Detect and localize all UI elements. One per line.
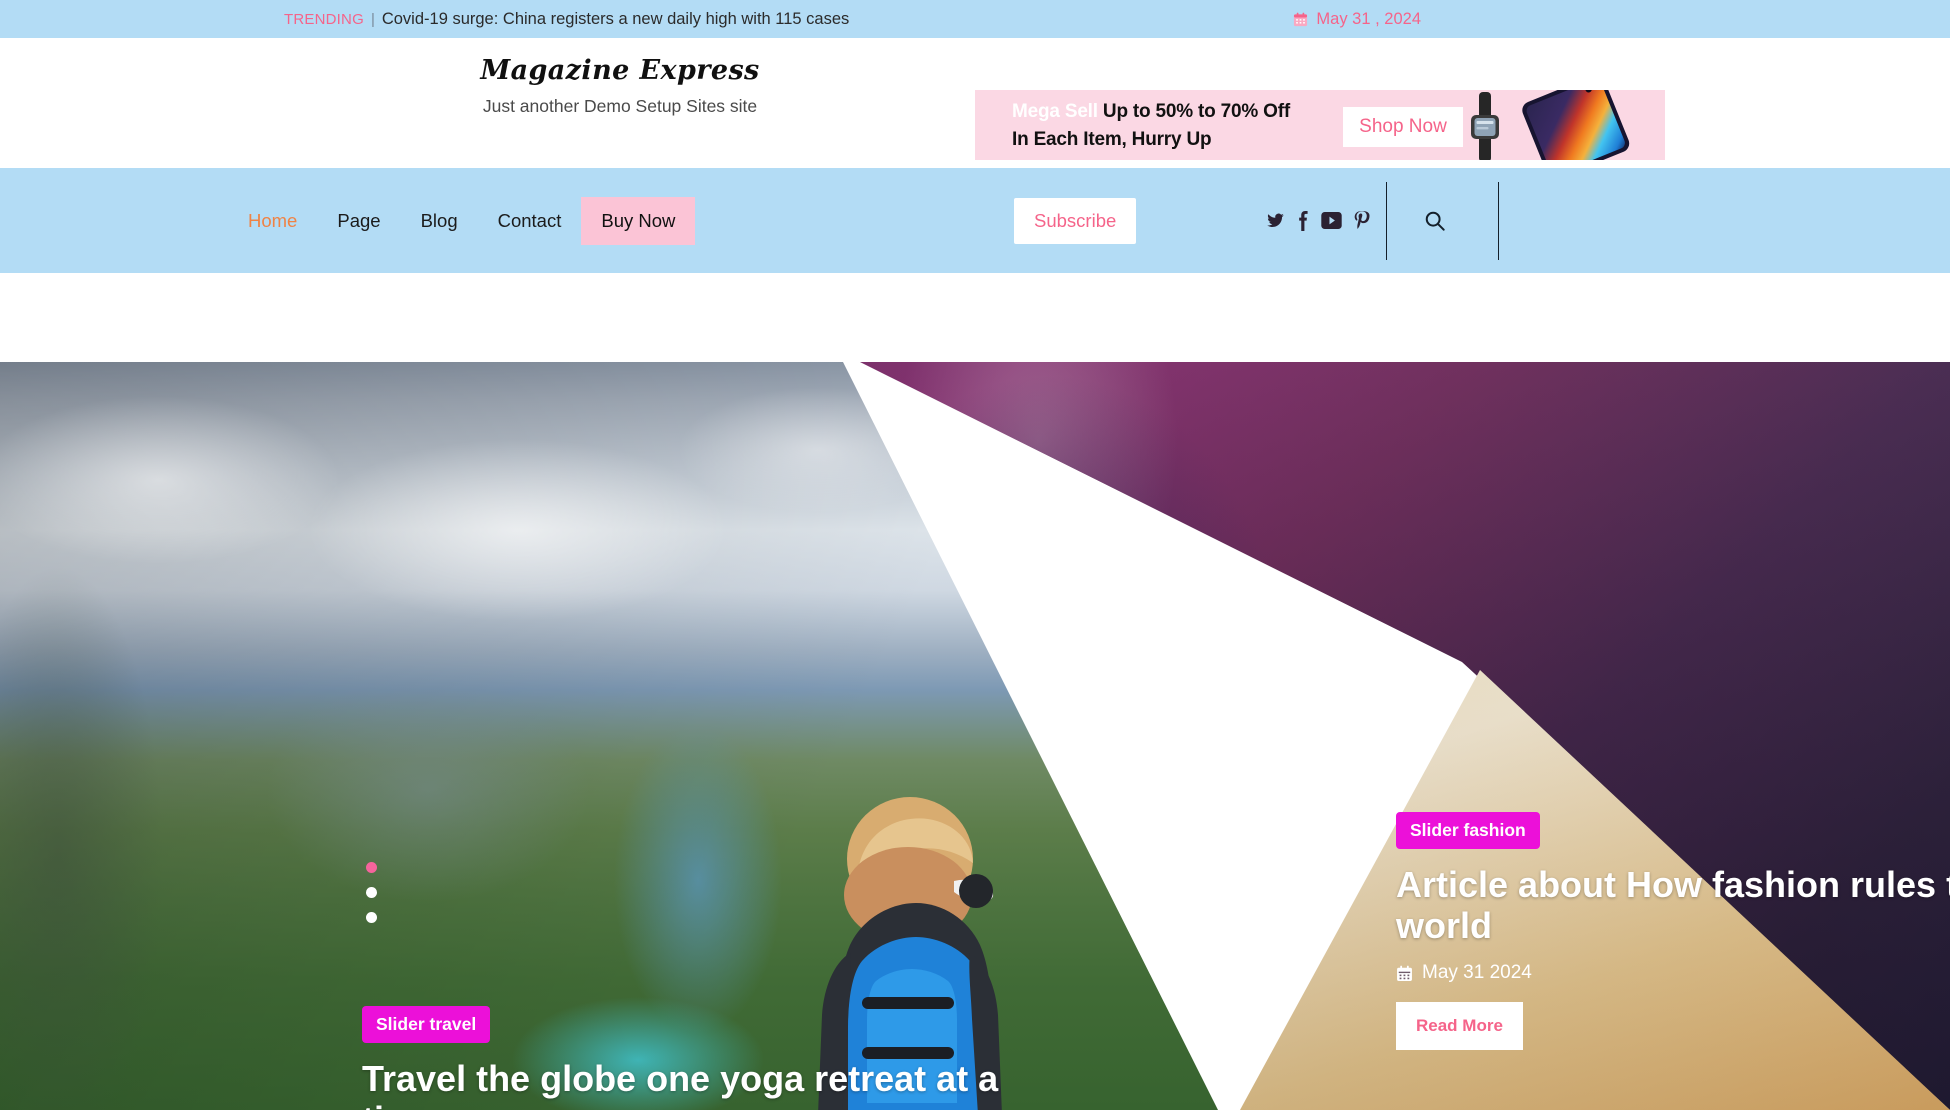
nav-item-page[interactable]: Page xyxy=(317,197,400,245)
nav-item-buy-now[interactable]: Buy Now xyxy=(581,196,696,245)
nav-item-home[interactable]: Home xyxy=(228,197,317,245)
nav-menu: Home Page Blog Contact Buy Now xyxy=(228,196,696,245)
trending-ticker: TRENDING | Covid-19 surge: China registe… xyxy=(284,11,849,28)
promo-product-images xyxy=(1471,90,1630,160)
site-title[interactable]: Magazine Express xyxy=(310,55,930,86)
facebook-icon[interactable] xyxy=(1297,210,1310,231)
hero-slider: Slider fashion Article about How fashion… xyxy=(0,362,1950,1110)
promo-line-2: In Each Item, Hurry Up xyxy=(1012,128,1212,150)
slide-fashion-badge[interactable]: Slider fashion xyxy=(1396,812,1540,849)
twitter-icon[interactable] xyxy=(1265,212,1286,230)
search-button[interactable] xyxy=(1387,182,1482,260)
search-icon xyxy=(1425,211,1445,231)
promo-banner[interactable]: Mega Sell Up to 50% to 70% Off In Each I… xyxy=(975,90,1665,160)
calendar-icon xyxy=(1397,965,1412,981)
slider-dot-3[interactable] xyxy=(366,912,377,923)
promo-text: Mega Sell Up to 50% to 70% Off In Each I… xyxy=(1012,98,1362,153)
slide-fashion-caption: Slider fashion Article about How fashion… xyxy=(1396,812,1950,1051)
slide-fashion-date: May 31 2024 xyxy=(1396,962,1950,984)
site-header: Magazine Express Just another Demo Setup… xyxy=(0,38,1950,168)
calendar-icon xyxy=(1294,12,1308,26)
social-links xyxy=(1265,210,1370,231)
slide-travel-badge[interactable]: Slider travel xyxy=(362,1006,491,1043)
slide-fashion-title[interactable]: Article about How fashion rules the worl… xyxy=(1396,864,1950,946)
smartphone-image xyxy=(1522,90,1630,160)
trending-separator: | xyxy=(370,10,375,28)
trending-label: TRENDING xyxy=(284,10,364,28)
content-gap xyxy=(0,273,1950,362)
slide-travel-title[interactable]: Travel the globe one yoga retreat at a t… xyxy=(362,1058,1022,1110)
nav-divider-right xyxy=(1498,181,1500,260)
trending-headline[interactable]: Covid-19 surge: China registers a new da… xyxy=(382,11,849,28)
main-navigation: Home Page Blog Contact Buy Now Subscribe xyxy=(0,168,1950,273)
top-bar: TRENDING | Covid-19 surge: China registe… xyxy=(0,0,1950,38)
subscribe-button[interactable]: Subscribe xyxy=(1014,197,1137,244)
pinterest-icon[interactable] xyxy=(1353,210,1370,231)
topbar-date: May 31 , 2024 xyxy=(1293,10,1950,29)
slider-dot-2[interactable] xyxy=(366,887,377,898)
brand-block: Magazine Express Just another Demo Setup… xyxy=(310,55,930,117)
nav-actions: Subscribe xyxy=(1014,168,1500,273)
smartwatch-image xyxy=(1471,92,1499,160)
promo-line-1: Mega Sell Up to 50% to 70% Off xyxy=(1012,98,1362,126)
slider-dot-1[interactable] xyxy=(366,862,377,873)
nav-item-contact[interactable]: Contact xyxy=(478,197,582,245)
slider-pagination xyxy=(366,862,377,923)
slide-fashion-read-more[interactable]: Read More xyxy=(1396,1002,1523,1051)
topbar-date-text: May 31 , 2024 xyxy=(1316,9,1421,28)
promo-line-1-rest: Up to 50% to 70% Off xyxy=(1097,101,1290,122)
nav-item-blog[interactable]: Blog xyxy=(401,197,478,245)
slide-fashion-date-text: May 31 2024 xyxy=(1422,962,1532,984)
site-tagline: Just another Demo Setup Sites site xyxy=(482,96,758,116)
promo-highlight: Mega Sell xyxy=(1012,101,1098,122)
youtube-icon[interactable] xyxy=(1321,212,1342,229)
slide-travel-caption: Slider travel Travel the globe one yoga … xyxy=(362,1006,1022,1110)
